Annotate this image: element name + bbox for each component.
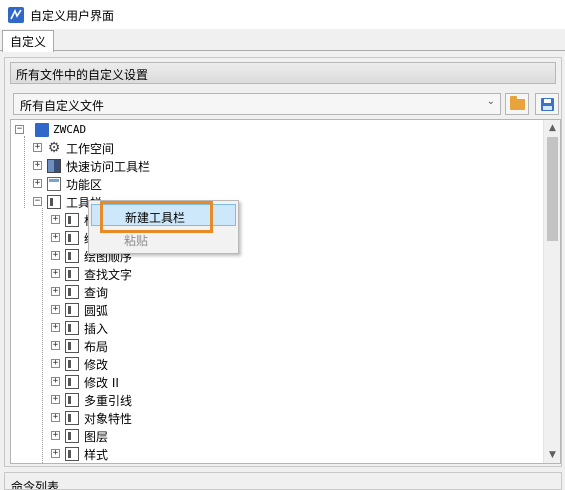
toolbar-icon [65, 267, 79, 281]
tree-node-label: 图层 [84, 430, 109, 444]
save-icon [541, 98, 554, 111]
tree-line [24, 136, 25, 208]
toolbar-icon [65, 231, 79, 245]
tree-node-label: 布局 [84, 340, 109, 354]
annotation-highlight-box [100, 201, 213, 233]
expand-icon[interactable]: + [51, 305, 60, 314]
tree-node-label: 工作空间 [66, 142, 115, 156]
expand-icon[interactable]: + [51, 287, 60, 296]
expand-icon[interactable]: + [51, 413, 60, 422]
toolbar-icon [47, 195, 61, 209]
save-button[interactable] [535, 93, 559, 115]
customization-tree: − ZWCAD + ⚙ 工作空间 + 快速访问工具栏 + 功能区 − 工具栏 + [10, 119, 561, 464]
toolbar-icon [65, 375, 79, 389]
tree-node-label: 多重引线 [84, 394, 133, 408]
command-list-panel: 命令列表 [4, 472, 562, 490]
expand-icon[interactable]: + [33, 179, 42, 188]
tree-line [42, 208, 43, 463]
expand-icon[interactable]: + [51, 269, 60, 278]
expand-icon[interactable]: + [51, 215, 60, 224]
expand-icon[interactable]: + [51, 251, 60, 260]
zwcad-logo-icon [35, 123, 49, 137]
expand-icon[interactable]: + [51, 377, 60, 386]
tree-node-label: 功能区 [66, 178, 103, 192]
ribbon-icon [47, 177, 61, 191]
tab-customize[interactable]: 自定义 [2, 30, 55, 52]
scroll-up-icon[interactable]: ▲ [547, 121, 558, 135]
customize-panel: 所有文件中的自定义设置 所有自定义文件 ⌄ − ZWCAD + ⚙ 工作空间 +… [4, 57, 562, 467]
zwcad-logo-icon [8, 7, 24, 23]
command-list-header: 命令列表 [11, 480, 60, 490]
window-title: 自定义用户界面 [30, 9, 115, 23]
scroll-thumb[interactable] [547, 137, 558, 241]
expand-icon[interactable]: + [33, 143, 42, 152]
expand-icon[interactable]: + [51, 395, 60, 404]
tree-node-label: 样式 [84, 448, 109, 462]
tab-strip: 自定义 [0, 29, 565, 52]
title-bar: 自定义用户界面 [0, 0, 565, 29]
quick-access-icon [47, 159, 61, 173]
open-file-button[interactable] [505, 93, 529, 115]
toolbar-icon [65, 429, 79, 443]
tree-node-label: ZWCAD [53, 123, 87, 136]
expand-icon[interactable]: + [51, 341, 60, 350]
toolbar-icon [65, 447, 79, 461]
toolbar-icon [65, 303, 79, 317]
customize-panel-header: 所有文件中的自定义设置 [10, 62, 556, 84]
toolbar-icon [65, 411, 79, 425]
expand-icon[interactable]: + [51, 431, 60, 440]
collapse-icon[interactable]: − [15, 125, 24, 134]
expand-icon[interactable]: + [51, 233, 60, 242]
customization-file-select-value: 所有自定义文件 [20, 99, 105, 113]
gear-icon: ⚙ [47, 140, 61, 156]
toolbar-icon [65, 321, 79, 335]
tree-node-label: 查找文字 [84, 268, 133, 282]
customization-file-select[interactable]: 所有自定义文件 ⌄ [13, 93, 501, 115]
tree-node-label: 查询 [84, 286, 109, 300]
toolbar-icon [65, 339, 79, 353]
tree-node-label: 快速访问工具栏 [66, 160, 151, 174]
chevron-down-icon[interactable]: ⌄ [487, 96, 495, 107]
toolbar-icon [65, 357, 79, 371]
toolbar-icon [65, 393, 79, 407]
scroll-down-icon[interactable]: ▼ [547, 448, 558, 462]
expand-icon[interactable]: + [33, 161, 42, 170]
tree-node-label: 修改 [84, 358, 109, 372]
tree-scrollbar[interactable]: ▲ ▼ [543, 120, 560, 463]
tree-node-label: 插入 [84, 322, 109, 336]
tree-node-label: 修改 II [84, 376, 119, 390]
expand-icon[interactable]: + [51, 359, 60, 368]
tree-node-label: 对象特性 [84, 412, 133, 426]
expand-icon[interactable]: + [51, 323, 60, 332]
folder-icon [510, 96, 525, 110]
toolbar-icon [65, 249, 79, 263]
collapse-icon[interactable]: − [33, 197, 42, 206]
expand-icon[interactable]: + [51, 449, 60, 458]
toolbar-icon [65, 213, 79, 227]
toolbar-icon [65, 285, 79, 299]
tree-node-label: 圆弧 [84, 304, 109, 318]
